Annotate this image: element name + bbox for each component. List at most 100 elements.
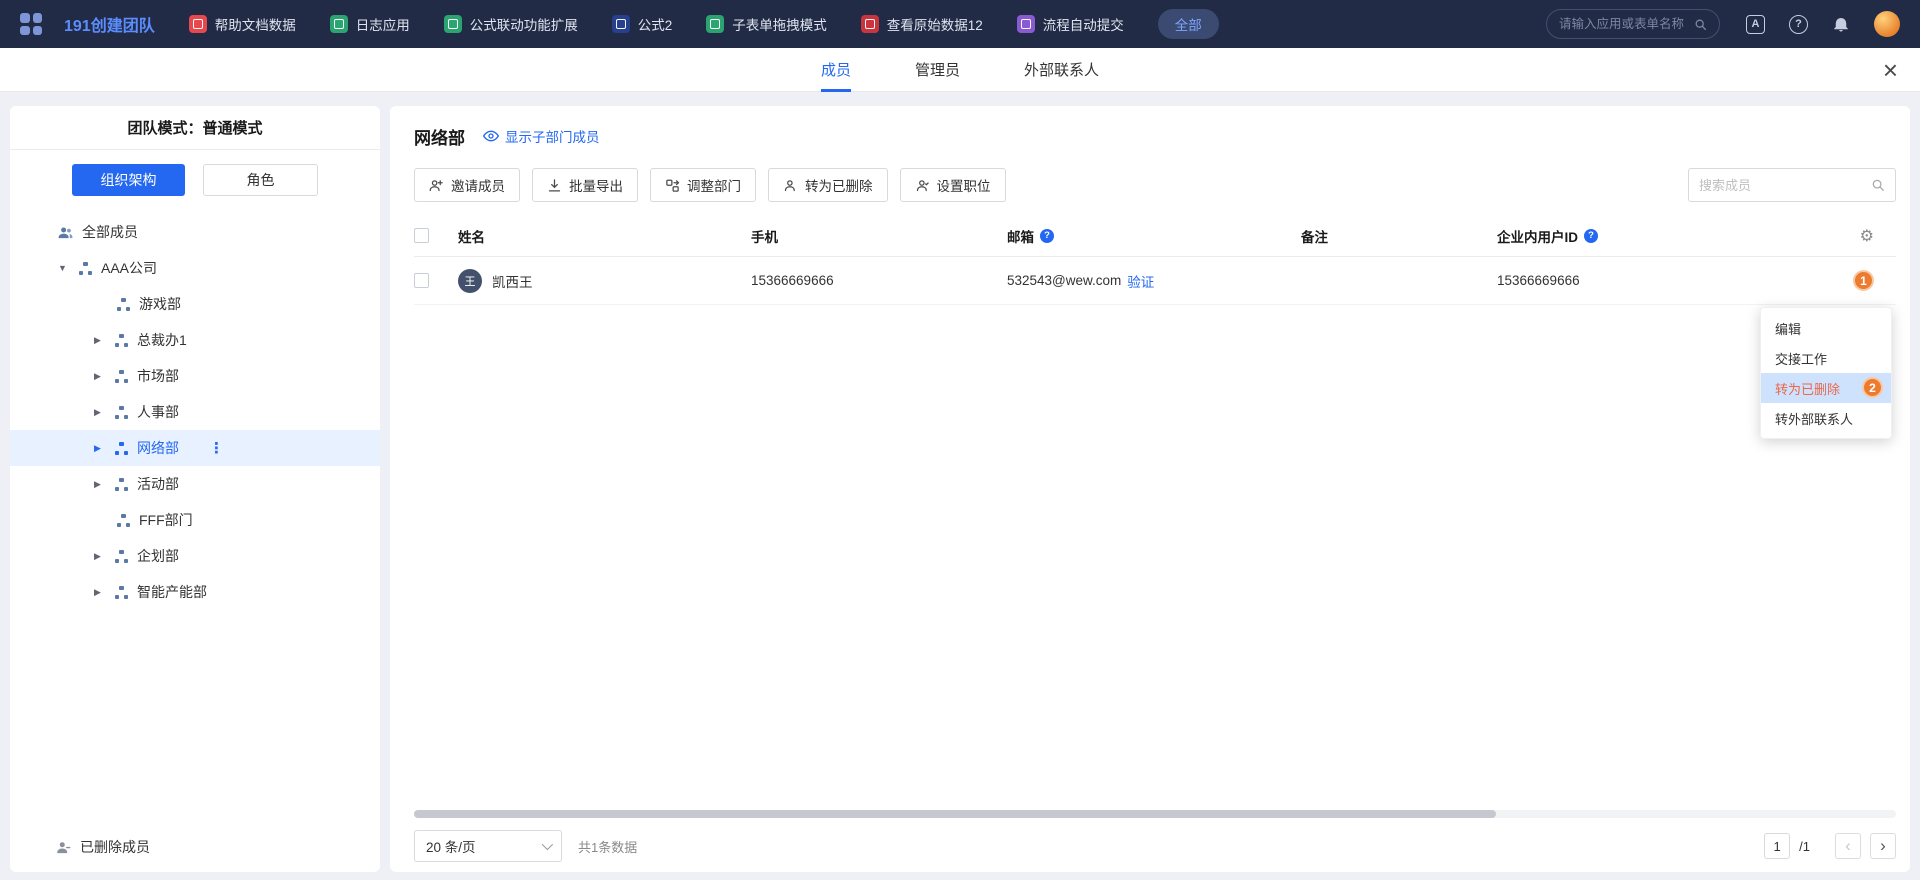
translate-icon[interactable]: A [1746,15,1765,34]
tab-admins[interactable]: 管理员 [915,48,960,92]
deleted-members-label: 已删除成员 [80,837,150,857]
total-pages-label: /1 [1799,839,1810,854]
menu-item-move-to-deleted[interactable]: 转为已删除 2 [1761,373,1891,403]
batch-export-button[interactable]: 批量导出 [532,168,638,202]
show-sub-members-toggle[interactable]: 显示子部门成员 [483,126,600,146]
app-search-field[interactable] [1546,9,1720,39]
more-actions-icon[interactable]: ⋮ [209,439,225,457]
page-size-select[interactable]: 20 条/页 [414,830,562,862]
caret-right-icon[interactable]: ▶ [94,587,115,598]
table-header: 姓名 手机 邮箱 ? 备注 企业内用户ID ? ⚙ [414,215,1896,257]
verify-email-link[interactable]: 验证 [1127,271,1154,291]
notification-bell-icon[interactable] [1832,15,1850,33]
tree-item-label: 游戏部 [139,294,181,314]
tree-item-activity-dept[interactable]: ▶ 活动部 [10,466,380,502]
app-tab-help-doc-data[interactable]: 帮助文档数据 [189,14,296,34]
tree-item-label: FFF部门 [139,510,193,530]
people-icon [58,225,73,240]
user-id-help-icon[interactable]: ? [1584,229,1598,243]
caret-right-icon[interactable]: ▶ [94,407,115,418]
app-tab-log-app[interactable]: 日志应用 [330,14,410,34]
app-tab-label: 公式2 [638,14,673,34]
show-sub-members-label: 显示子部门成员 [505,126,600,146]
toolbar-button-label: 批量导出 [569,175,623,195]
menu-item-handover-work[interactable]: 交接工作 [1761,343,1891,373]
export-icon [547,178,562,193]
app-tab-formula2[interactable]: 公式2 [612,14,673,34]
app-tab-subform-drag[interactable]: 子表单拖拽模式 [706,14,827,34]
tree-item-game-dept[interactable]: 游戏部 [10,286,380,322]
adjust-department-icon [665,178,680,193]
org-icon [115,478,128,491]
app-launcher-icon[interactable] [20,13,42,35]
column-phone: 手机 [751,226,1007,246]
app-tab-raw-data12[interactable]: 查看原始数据12 [861,14,983,34]
app-icon [189,15,207,33]
menu-item-edit[interactable]: 编辑 [1761,313,1891,343]
cell-user-id: 15366669666 [1497,273,1827,288]
tree-item-smart-capacity-dept[interactable]: ▶ 智能产能部 [10,574,380,610]
member-avatar: 王 [458,269,482,293]
help-icon[interactable]: ? [1789,15,1808,34]
set-position-button[interactable]: 设置职位 [900,168,1006,202]
deleted-person-icon [56,840,71,855]
caret-down-icon[interactable]: ▼ [58,263,79,273]
tree-item-planning-dept[interactable]: ▶ 企划部 [10,538,380,574]
select-all-checkbox[interactable] [414,228,429,243]
app-tab-formula-extension[interactable]: 公式联动功能扩展 [444,14,578,34]
menu-item-to-external-contact[interactable]: 转外部联系人 [1761,403,1891,433]
caret-right-icon[interactable]: ▶ [94,371,115,382]
next-page-button[interactable]: › [1870,833,1896,859]
app-tab-label: 查看原始数据12 [887,14,983,34]
invite-member-button[interactable]: 邀请成员 [414,168,520,202]
user-avatar[interactable] [1874,11,1900,37]
table-row[interactable]: 王 凯西王 15366669666 532543@wew.com 验证 1536… [414,257,1896,305]
top-app-bar: 191创建团队 帮助文档数据 日志应用 公式联动功能扩展 公式2 子表单拖拽模式… [0,0,1920,48]
caret-right-icon[interactable]: ▶ [94,443,115,454]
member-search-field[interactable] [1688,168,1896,202]
email-help-icon[interactable]: ? [1040,229,1054,243]
tree-item-fff-dept[interactable]: FFF部门 [10,502,380,538]
chevron-down-icon [542,839,553,850]
horizontal-scrollbar-track[interactable] [414,810,1896,818]
caret-right-icon[interactable]: ▶ [94,479,115,490]
row-checkbox[interactable] [414,273,429,288]
tab-external-contacts[interactable]: 外部联系人 [1024,48,1099,92]
prev-page-button[interactable]: ‹ [1835,833,1861,859]
workspace-name[interactable]: 191创建团队 [64,12,155,36]
current-page-input[interactable]: 1 [1764,833,1790,859]
org-icon [115,334,128,347]
tree-item-ceo-office1[interactable]: ▶ 总裁办1 [10,322,380,358]
toolbar-button-label: 调整部门 [687,175,741,195]
org-structure-button[interactable]: 组织架构 [72,164,185,196]
column-user-id: 企业内用户ID ? [1497,226,1827,246]
search-icon [1871,178,1885,192]
tree-item-label: 全部成员 [82,222,138,242]
app-search-input[interactable] [1559,17,1688,31]
caret-right-icon[interactable]: ▶ [94,335,115,346]
app-tab-auto-submit[interactable]: 流程自动提交 [1017,14,1124,34]
person-badge-icon [915,178,930,193]
tree-item-hr-dept[interactable]: ▶ 人事部 [10,394,380,430]
member-tabbar: 成员 管理员 外部联系人 × [0,48,1920,92]
all-apps-pill[interactable]: 全部 [1158,9,1219,39]
move-to-deleted-button[interactable]: 转为已删除 [768,168,888,202]
tree-item-network-dept[interactable]: ▶ 网络部 ⋮ [10,430,380,466]
org-icon [115,586,128,599]
tree-item-aaa-company[interactable]: ▼ AAA公司 [10,250,380,286]
horizontal-scrollbar-thumb[interactable] [414,810,1496,818]
adjust-department-button[interactable]: 调整部门 [650,168,756,202]
tree-item-market-dept[interactable]: ▶ 市场部 [10,358,380,394]
caret-right-icon[interactable]: ▶ [94,551,115,562]
member-search-input[interactable] [1699,178,1863,193]
tree-item-label: 智能产能部 [137,582,207,602]
tree-item-label: 活动部 [137,474,179,494]
tab-members[interactable]: 成员 [821,48,851,92]
tree-item-all-members[interactable]: 全部成员 [10,214,380,250]
deleted-members-entry[interactable]: 已删除成员 [10,822,380,872]
role-button[interactable]: 角色 [203,164,318,196]
app-icon [861,15,879,33]
column-settings-gear-icon[interactable]: ⚙ [1860,226,1874,245]
app-icon [706,15,724,33]
close-icon[interactable]: × [1883,57,1898,83]
